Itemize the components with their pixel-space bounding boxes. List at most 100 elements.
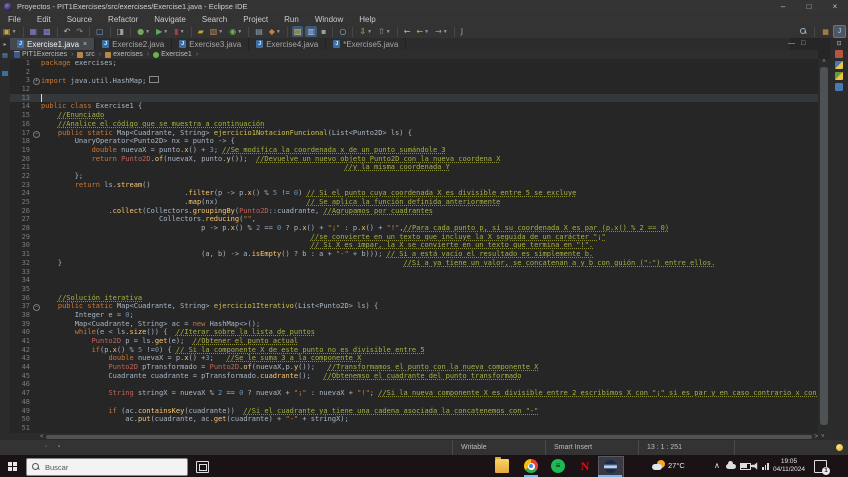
code-line-51[interactable]: 51 bbox=[10, 424, 818, 433]
code-line-32[interactable]: 32 } //Si a ya tiene un valor, se concat… bbox=[10, 259, 818, 268]
code-line-24[interactable]: 24 .filter(p -> p.x() % 5 != 0) // Si el… bbox=[10, 189, 818, 198]
package-explorer-icon[interactable]: ▤ bbox=[0, 52, 10, 59]
mark-occurrences-icon[interactable]: ▨ bbox=[291, 26, 304, 37]
menu-item-run[interactable]: Run bbox=[276, 15, 307, 24]
tab-exercise5java[interactable]: J *Exercise5.java bbox=[326, 38, 407, 50]
netflix-icon[interactable]: N bbox=[578, 459, 592, 473]
menu-item-file[interactable]: File bbox=[0, 15, 29, 24]
tab-exercise2java[interactable]: J Exercise2.java bbox=[95, 38, 173, 50]
save-icon[interactable]: ▦ bbox=[28, 26, 40, 37]
code-line-38[interactable]: 38 Integer e = 0; bbox=[10, 311, 818, 320]
action-center-button[interactable]: 1 bbox=[814, 460, 830, 475]
code-line-30[interactable]: 30 // Si X es impar, la X se convierte e… bbox=[10, 241, 818, 250]
volume-icon[interactable] bbox=[752, 462, 758, 470]
maximize-editor-icon[interactable]: □ bbox=[801, 40, 805, 47]
menu-item-search[interactable]: Search bbox=[194, 15, 235, 24]
code-line-45[interactable]: 45 Cuadrante cuadrante = pTransformado.c… bbox=[10, 372, 818, 381]
horizontal-scrollbar-thumb[interactable] bbox=[45, 434, 813, 439]
file-explorer-icon[interactable] bbox=[495, 457, 509, 473]
dropdown-caret-icon[interactable]: ▼ bbox=[145, 29, 150, 35]
code-line-2[interactable]: 2 bbox=[10, 68, 818, 77]
code-line-3[interactable]: 3 + import java.util.HashMap; bbox=[10, 76, 818, 86]
code-line-12[interactable]: 12 bbox=[10, 85, 818, 94]
minimized-view-outline-icon[interactable] bbox=[835, 61, 843, 69]
code-line-15[interactable]: 15 //Enunciado bbox=[10, 111, 818, 120]
dropdown-caret-icon[interactable]: ▼ bbox=[12, 29, 17, 35]
menu-item-project[interactable]: Project bbox=[235, 15, 276, 24]
coverage-icon[interactable]: ▮ ▼ bbox=[172, 26, 186, 37]
code-line-23[interactable]: 23 return ls.stream() bbox=[10, 181, 818, 190]
dropdown-caret-icon[interactable]: ▼ bbox=[180, 29, 185, 35]
dropdown-caret-icon[interactable]: ▼ bbox=[367, 29, 372, 35]
java-file-shortcut-icon[interactable]: J bbox=[459, 26, 465, 37]
java-perspective-button[interactable]: J bbox=[833, 25, 846, 38]
eclipse-taskbar-button[interactable] bbox=[598, 456, 624, 477]
external-tools-icon[interactable]: ◆ ▼ bbox=[267, 26, 283, 37]
code-line-13[interactable]: 13 bbox=[10, 93, 818, 103]
battery-icon[interactable] bbox=[740, 463, 752, 470]
scroll-up-icon[interactable]: ˄ bbox=[822, 59, 826, 65]
status-trim-icon-1[interactable]: ▫ bbox=[45, 444, 47, 450]
spotify-icon[interactable]: ≡ bbox=[551, 459, 565, 473]
onedrive-icon[interactable] bbox=[726, 461, 736, 469]
code-line-36[interactable]: 36 //Solución iterativa bbox=[10, 294, 818, 303]
weather-icon[interactable] bbox=[652, 460, 665, 472]
menu-item-window[interactable]: Window bbox=[307, 15, 351, 24]
maximize-button[interactable]: □ bbox=[796, 0, 822, 13]
tab-exercise4java[interactable]: J Exercise4.java bbox=[249, 38, 327, 50]
tab-exercise3java[interactable]: J Exercise3.java bbox=[172, 38, 250, 50]
menu-item-source[interactable]: Source bbox=[59, 15, 100, 24]
code-line-42[interactable]: 42 if(p.x() % 5 !=0) { // Si la componen… bbox=[10, 346, 818, 355]
open-search-icon[interactable]: ○ bbox=[337, 26, 348, 37]
dropdown-caret-icon[interactable]: ▼ bbox=[163, 29, 168, 35]
breadcrumb-item-pit1exercises[interactable]: PIT1Exercises bbox=[14, 51, 67, 58]
code-line-50[interactable]: 50 ac.put(cuadrante, ac.get(cuadrante) +… bbox=[10, 415, 818, 424]
debug-icon[interactable]: ● ▼ bbox=[135, 26, 152, 37]
breadcrumb-item-exercise1[interactable]: Exercise1 bbox=[153, 51, 192, 58]
code-line-29[interactable]: 29 //se convierte en un texto que incluy… bbox=[10, 233, 818, 242]
last-edit-location-icon[interactable]: ← bbox=[402, 26, 413, 37]
minimize-editor-icon[interactable]: — bbox=[788, 40, 795, 47]
dropdown-caret-icon[interactable]: ▼ bbox=[424, 29, 429, 35]
run-icon[interactable]: ▶ ▼ bbox=[154, 26, 170, 37]
code-line-1[interactable]: 1 package exercises; bbox=[10, 59, 818, 68]
open-perspective-icon[interactable]: ▦ bbox=[820, 26, 831, 37]
start-button[interactable] bbox=[0, 455, 24, 477]
dropdown-caret-icon[interactable]: ▼ bbox=[218, 29, 223, 35]
undo-icon[interactable]: ↶ bbox=[62, 26, 73, 37]
dropdown-caret-icon[interactable]: ▼ bbox=[443, 29, 448, 35]
restore-views-icon[interactable]: ⊡ bbox=[830, 40, 848, 47]
code-line-21[interactable]: 21 //y la misma coordenada Y bbox=[10, 163, 818, 172]
redo-icon[interactable]: ↷ bbox=[74, 26, 85, 37]
code-line-40[interactable]: 40 while(e < ls.size()) { //Iterar sobre… bbox=[10, 328, 818, 337]
code-line-28[interactable]: 28 p -> p.x() % 2 == 0 ? p.x() + "¡" : p… bbox=[10, 224, 818, 233]
console-icon[interactable]: ▢ bbox=[94, 26, 106, 37]
minimized-view-problems-icon[interactable] bbox=[835, 50, 843, 58]
horizontal-scrollbar[interactable]: < > bbox=[10, 433, 818, 440]
breadcrumb-item-exercises[interactable]: exercises bbox=[105, 51, 143, 58]
chrome-icon[interactable] bbox=[524, 459, 538, 473]
toggle-whitespace-icon[interactable]: ▪ bbox=[319, 26, 328, 37]
dropdown-caret-icon[interactable]: ▼ bbox=[386, 29, 391, 35]
new-class-icon[interactable]: ◉ ▼ bbox=[227, 26, 244, 37]
code-editor[interactable]: 1 package exercises; 2 3 + import java.util.H… bbox=[10, 59, 818, 433]
menu-item-refactor[interactable]: Refactor bbox=[100, 15, 146, 24]
task-view-button[interactable] bbox=[196, 461, 209, 473]
minimize-button[interactable]: – bbox=[770, 0, 796, 13]
menu-item-help[interactable]: Help bbox=[351, 15, 383, 24]
open-task-icon[interactable]: ▤ bbox=[253, 26, 265, 37]
code-line-17[interactable]: 17− public static Map<Cuadrante, String>… bbox=[10, 129, 818, 138]
clock[interactable]: 19:05 04/11/2024 bbox=[770, 458, 808, 474]
code-line-18[interactable]: 18 UnaryOperator<Punto2D> nx = punto -> … bbox=[10, 137, 818, 146]
minimized-view-tasks-icon[interactable] bbox=[835, 72, 843, 80]
scroll-left-icon[interactable]: < bbox=[40, 434, 44, 440]
code-line-27[interactable]: 27 Collectors.reducing("", bbox=[10, 215, 818, 224]
code-line-25[interactable]: 25 .map(nx) // Se aplica la función defi… bbox=[10, 198, 818, 207]
code-line-49[interactable]: 49 if (ac.containsKey(cuadrante)) //Si e… bbox=[10, 407, 818, 416]
vertical-scrollbar-thumb[interactable] bbox=[820, 67, 828, 425]
code-line-43[interactable]: 43 double nuevaX = p.x() +3; //Se le sum… bbox=[10, 354, 818, 363]
status-trim-icon-2[interactable]: ▪ bbox=[58, 444, 60, 450]
code-line-16[interactable]: 16 //Analice el código que se muestra a … bbox=[10, 120, 818, 129]
next-annotation-icon[interactable]: ⇩ ▼ bbox=[357, 26, 374, 37]
menu-item-navigate[interactable]: Navigate bbox=[146, 15, 194, 24]
